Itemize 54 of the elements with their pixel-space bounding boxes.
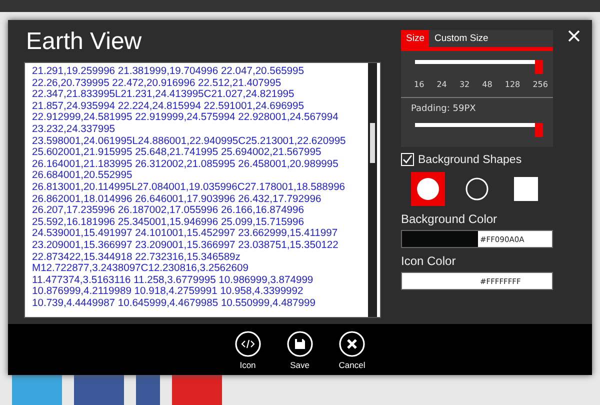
code-line: 23.232,24.337995: [32, 124, 116, 136]
code-line: 23.209001,15.366997 23.209001,15.366997 23.038751,15.350122: [32, 240, 340, 252]
tick-label: 128: [504, 80, 520, 89]
app-tile: [136, 375, 160, 405]
checkbox-label: Background Shapes: [418, 154, 522, 166]
action-button[interactable]: Icon: [228, 330, 267, 371]
close-icon: [568, 30, 580, 42]
code-line: 23.598001,24.061995L24.886001,22.940995C25.213001,22.620995: [32, 136, 347, 148]
filled-circle-icon: [416, 177, 440, 201]
tick-label: 24: [436, 80, 447, 89]
circle-outline-icon: [465, 177, 489, 201]
padding-slider[interactable]: [415, 123, 543, 137]
code-line: M12.722877,3.2438097C12.230816,3.2562609: [32, 263, 250, 275]
size-slider[interactable]: [415, 60, 543, 74]
code-line: 10.739,4.4449987 10.645999,4.4679985 10.550999,4.487999: [32, 298, 316, 310]
code-text-area[interactable]: [24, 62, 381, 318]
padding-label: Padding: 59PX: [410, 103, 477, 114]
code-line: 22.347,21.833995L21.231,24.413995C21.027,24.821995: [32, 89, 296, 101]
code-line: 22.26,20.739995 22.472,20.916996 22.512,21.407995: [32, 78, 282, 90]
tab[interactable]: Custom Size: [429, 30, 494, 47]
app-tile: [74, 375, 124, 405]
code-line: 11.477374,3.5163116 11.258,3.6779995 10.986999,3.874999: [32, 274, 314, 286]
tab[interactable]: Size: [401, 30, 430, 47]
floppy-disk-icon: [286, 331, 313, 357]
code-line: 10.876999,4.2119989 10.918,4.2759991 10.958,4.3399992: [32, 286, 304, 298]
app-tile: [172, 375, 222, 405]
tick-label: 16: [414, 80, 424, 89]
code-line: 26.813001,20.114995L27.084001,19.035996C27.178001,18.588996: [32, 182, 346, 194]
code-line: 26.862001,18.014996 26.646001,17.903996 26.432,17.792996: [32, 194, 322, 206]
app-tile: [12, 375, 62, 405]
tick-label: 256: [532, 80, 548, 89]
action-button[interactable]: Cancel: [332, 330, 372, 371]
code-line: 21.857,24.935994 22.224,24.815994 22.591001,24.696995: [32, 100, 305, 112]
code-line: 26.207,17.235996 26.187002,17.055996 26.166,16.874996: [32, 205, 305, 217]
tick-label: 48: [482, 80, 492, 89]
square-icon: [514, 177, 538, 201]
scrollbar[interactable]: [368, 63, 377, 317]
background-color-label: Background Color: [401, 212, 498, 226]
code-line: 22.912999,24.581995 22.919999,24.575994 22.928001,24.567994: [32, 112, 340, 124]
tick-label: 32: [459, 80, 470, 89]
checkbox[interactable]: [401, 153, 414, 166]
code-line: 24.539001,15.491997 24.101001,15.452997 23.662999,15.411997: [32, 228, 339, 240]
code-line: 21.291,19.259996 21.381999,19.704996 22.047,20.565995: [32, 66, 305, 78]
code-icon: [234, 331, 261, 357]
action-button[interactable]: Save: [280, 330, 319, 371]
code-line: 26.684001,20.552995: [32, 170, 134, 182]
code-line: 26.164001,21.183995 26.312002,21.085995 26.458001,20.989995: [32, 158, 340, 170]
code-line: 25.592,16.181996 25.345001,15.946996 25.099,15.715996: [32, 216, 305, 228]
code-line: 22.873422,15.344918 22.732316,15.346589z: [32, 252, 242, 264]
icon-color-label: Icon Color: [401, 254, 457, 268]
code-line: 25.602001,21.915995 25.648,21.741995 25.694002,21.567995: [32, 147, 322, 159]
close-icon: [339, 331, 365, 357]
scrollbar-thumb[interactable]: [370, 123, 375, 163]
dialog-title: Earth View: [25, 27, 143, 57]
